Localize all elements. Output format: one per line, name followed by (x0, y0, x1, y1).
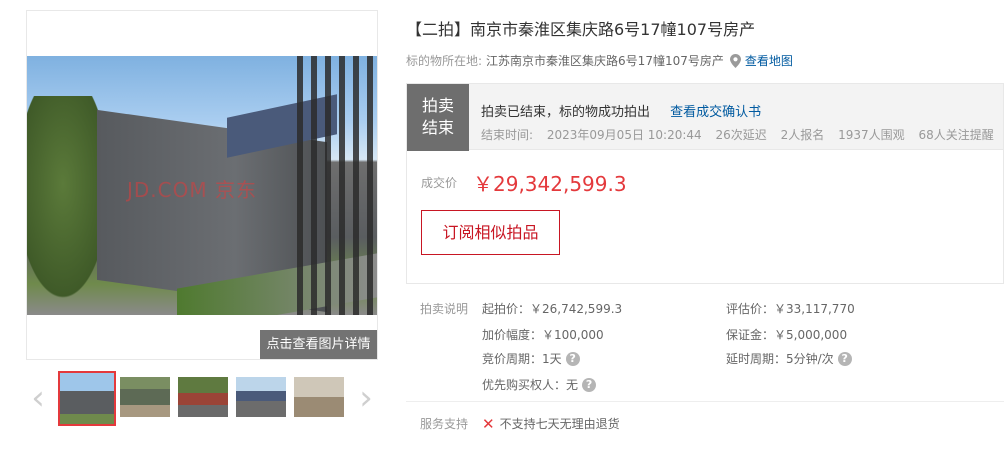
thumbnail-5[interactable] (294, 377, 344, 417)
no-return-text: 不支持七天无理由退货 (499, 417, 620, 431)
no-return-policy: ✕ 不支持七天无理由退货 (482, 415, 620, 432)
service-label: 服务支持 (420, 417, 469, 431)
bid-period-text: 竞价周期：1天 (482, 352, 562, 366)
bid-period: 竞价周期：1天 ? (482, 350, 580, 367)
help-icon[interactable]: ? (837, 351, 852, 366)
status-stats-row: 结束时间: 2023年09月05日 10:20:44 26次延迟 2人报名 19… (481, 126, 1004, 143)
end-time-value: 2023年09月05日 10:20:44 (546, 128, 702, 142)
thumbnail-strip: ‹ › (26, 371, 378, 426)
status-message: 拍卖已结束，标的物成功拍出 (481, 105, 651, 120)
main-property-image[interactable]: JD.COM 京东 (27, 56, 377, 315)
close-icon: ✕ (482, 414, 495, 433)
priority-buyer: 优先购买权人：无 ? (482, 376, 597, 393)
badge-line-2: 结束 (421, 118, 454, 137)
image-gate (297, 56, 377, 315)
final-price-label: 成交价 (421, 176, 458, 190)
delay-period: 延时周期：5分钟/次 ? (726, 350, 852, 367)
thumbnail-2[interactable] (120, 377, 170, 417)
location-value: 江苏南京市秦淮区集庆路6号17幢107号房产 (486, 54, 724, 68)
image-gallery: JD.COM 京东 点击查看图片详情 (26, 10, 378, 360)
thumbnail-3[interactable] (178, 377, 228, 417)
subscribe-similar-button[interactable]: 订阅相似拍品 (421, 210, 560, 255)
page-title: 【二拍】南京市秦淮区集庆路6号17幢107号房产 (406, 20, 756, 39)
registration-count: 2人报名 (780, 128, 825, 142)
badge-line-1: 拍卖 (421, 96, 454, 115)
final-price-value: ￥29,342,599.3 (473, 172, 627, 196)
location-label: 标的物所在地: (406, 54, 483, 68)
prev-arrow-icon[interactable]: ‹ (26, 380, 50, 416)
help-icon[interactable]: ? (582, 377, 597, 392)
appraisal-price-text: 评估价：￥33,117,770 (726, 302, 855, 316)
view-count: 1937人围观 (838, 128, 905, 142)
follower-count: 68人关注提醒 (918, 128, 994, 142)
priority-buyer-text: 优先购买权人：无 (482, 378, 579, 392)
end-time-label: 结束时间: (481, 128, 534, 142)
service-support-row: 服务支持 ✕ 不支持七天无理由退货 (406, 413, 1004, 433)
map-pin-icon[interactable] (729, 53, 741, 68)
view-map-link[interactable]: 查看地图 (745, 52, 793, 69)
bid-increment-text: 加价幅度：￥100,000 (482, 328, 604, 342)
appraisal-price: 评估价：￥33,117,770 (726, 300, 855, 317)
bid-increment: 加价幅度：￥100,000 (482, 326, 604, 343)
deposit-text: 保证金：￥5,000,000 (726, 328, 848, 342)
starting-price-text: 起拍价：￥26,742,599.3 (482, 302, 623, 316)
help-icon[interactable]: ? (565, 351, 580, 366)
view-image-details-button[interactable]: 点击查看图片详情 (260, 330, 377, 359)
delay-count: 26次延迟 (715, 128, 767, 142)
next-arrow-icon[interactable]: › (354, 380, 378, 416)
delay-period-text: 延时周期：5分钟/次 (726, 352, 834, 366)
thumbnail-1[interactable] (58, 371, 116, 426)
auction-info-section: 拍卖说明 起拍价：￥26,742,599.3 评估价：￥33,117,770 加… (406, 292, 1004, 402)
thumbnail-4[interactable] (236, 377, 286, 417)
watermark: JD.COM 京东 (127, 178, 257, 202)
status-message-row: 拍卖已结束，标的物成功拍出 查看成交确认书 (481, 101, 761, 120)
view-confirmation-link[interactable]: 查看成交确认书 (670, 105, 761, 120)
auction-status-panel: 拍卖 结束 拍卖已结束，标的物成功拍出 查看成交确认书 结束时间: 2023年0… (406, 83, 1004, 151)
starting-price: 起拍价：￥26,742,599.3 (482, 300, 622, 317)
location-row: 标的物所在地: 江苏南京市秦淮区集庆路6号17幢107号房产 查看地图 (406, 52, 793, 69)
price-panel: 成交价 ￥29,342,599.3 订阅相似拍品 (406, 150, 1004, 284)
auction-info-title: 拍卖说明 (420, 302, 469, 316)
deposit: 保证金：￥5,000,000 (726, 326, 847, 343)
auction-ended-badge: 拍卖 结束 (407, 84, 469, 151)
